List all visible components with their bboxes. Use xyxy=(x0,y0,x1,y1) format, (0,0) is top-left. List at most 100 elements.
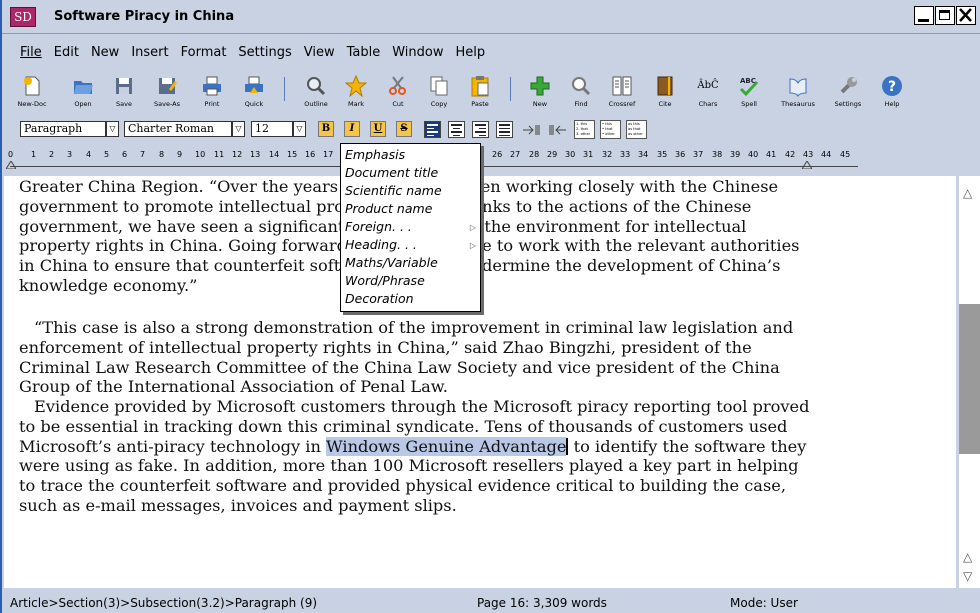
outdent-icon[interactable] xyxy=(548,123,568,137)
ruler-tick: 11 xyxy=(214,150,225,159)
submenu-arrow-icon: ▷ xyxy=(469,241,476,250)
chevron-down-icon[interactable]: ▽ xyxy=(232,121,245,137)
menu-file[interactable]: File xyxy=(20,45,42,65)
align-right-button[interactable] xyxy=(472,121,489,138)
quick-print-icon xyxy=(245,76,263,93)
magnifier-icon xyxy=(307,77,326,96)
scroll-up-icon[interactable]: △ xyxy=(963,186,972,200)
menu-item-word-phrase[interactable]: Word/Phrase xyxy=(345,273,425,288)
menu-insert[interactable]: Insert xyxy=(131,45,168,65)
menu-edit[interactable]: Edit xyxy=(54,45,79,65)
scrollbar-thumb[interactable] xyxy=(959,304,980,454)
size-select[interactable]: 12 xyxy=(251,121,293,137)
inline-markup-menu: Emphasis Document title Scientific name … xyxy=(340,143,481,312)
selected-text[interactable]: Windows Genuine Advantage xyxy=(326,436,567,456)
new-doc-icon xyxy=(24,76,40,96)
left-indent-marker-icon[interactable] xyxy=(6,161,16,169)
element-path[interactable]: Article>Section(3)>Subsection(3.2)>Parag… xyxy=(10,596,317,610)
ruler-tick: 17 xyxy=(323,150,334,159)
ruler-tick: 34 xyxy=(638,150,649,159)
justify-button[interactable] xyxy=(496,121,513,138)
ruler-tick: 31 xyxy=(583,150,594,159)
menu-item-maths-variable[interactable]: Maths/Variable xyxy=(345,255,438,270)
thesaurus-button[interactable]: Thesaurus xyxy=(774,75,822,108)
vertical-scrollbar[interactable]: △ △ ▽ xyxy=(959,176,980,588)
open-folder-icon xyxy=(74,81,93,94)
scissors-icon xyxy=(389,76,406,95)
save-button[interactable]: Save xyxy=(100,75,148,108)
mode-indicator: Mode: User xyxy=(730,596,798,610)
indent-icon[interactable] xyxy=(522,123,542,137)
ruler-tick: 15 xyxy=(287,150,298,159)
plain-list-button[interactable]: as this as that as other xyxy=(626,120,647,139)
menu-item-emphasis[interactable]: Emphasis xyxy=(345,147,405,162)
ruler-tick: 44 xyxy=(821,150,832,159)
close-icon xyxy=(959,8,972,22)
ruler-tick: 8 xyxy=(159,150,165,159)
ruler-tick: 0 xyxy=(8,150,14,159)
ruler-tick: 14 xyxy=(269,150,280,159)
save-as-button[interactable]: Save-As xyxy=(143,75,191,108)
ruler-tick: 45 xyxy=(840,150,851,159)
menu-view[interactable]: View xyxy=(304,45,335,65)
crossref-icon xyxy=(612,76,632,96)
menu-item-product-name[interactable]: Product name xyxy=(345,201,432,216)
menu-item-scientific-name[interactable]: Scientific name xyxy=(345,183,442,198)
close-button[interactable] xyxy=(956,6,976,25)
ruler-tick: 37 xyxy=(693,150,704,159)
align-left-button[interactable] xyxy=(424,121,441,138)
underline-button[interactable]: U xyxy=(370,121,386,137)
new-doc-button[interactable]: New-Doc xyxy=(8,75,56,108)
bullet-list-button[interactable]: • this • that • other xyxy=(600,120,621,139)
menu-window[interactable]: Window xyxy=(392,45,443,65)
menu-new[interactable]: New xyxy=(91,45,119,65)
scroll-up-icon[interactable]: △ xyxy=(963,550,972,564)
chars-icon: ÂbĈ xyxy=(697,80,719,91)
wrench-icon xyxy=(840,77,857,94)
app-icon[interactable]: SD xyxy=(10,7,36,27)
ruler-tick: 30 xyxy=(565,150,576,159)
minimize-button[interactable] xyxy=(914,6,934,25)
italic-button[interactable]: I xyxy=(344,121,360,137)
ruler-tick: 7 xyxy=(140,150,146,159)
book-icon xyxy=(657,76,673,96)
settings-button[interactable]: Settings xyxy=(824,75,872,108)
numbered-list-button[interactable]: 1. this 2. that 3. other xyxy=(574,120,595,139)
style-select[interactable]: Paragraph xyxy=(20,121,106,137)
bold-button[interactable]: B xyxy=(318,121,334,137)
cite-button[interactable]: Cite xyxy=(641,75,689,108)
menu-format[interactable]: Format xyxy=(181,45,227,65)
print-button[interactable]: Print xyxy=(188,75,236,108)
paragraph[interactable]: “This case is also a strong demonstratio… xyxy=(19,318,819,397)
crossref-button[interactable]: Crossref xyxy=(598,75,646,108)
strike-button[interactable]: S xyxy=(396,121,412,137)
mark-button[interactable]: Mark xyxy=(332,75,380,108)
maximize-button[interactable] xyxy=(935,6,955,25)
chevron-down-icon[interactable]: ▽ xyxy=(293,121,306,137)
spellcheck-icon: ABC xyxy=(739,77,759,97)
menu-item-heading[interactable]: Heading. . . xyxy=(345,237,417,252)
align-center-button[interactable] xyxy=(448,121,465,138)
help-button[interactable]: ? Help xyxy=(868,75,916,108)
paste-button[interactable]: Paste xyxy=(456,75,504,108)
menu-table[interactable]: Table xyxy=(347,45,381,65)
ruler-tick: 33 xyxy=(620,150,631,159)
ruler-tick: 5 xyxy=(104,150,110,159)
menu-help[interactable]: Help xyxy=(456,45,486,65)
menu-item-decoration[interactable]: Decoration xyxy=(345,291,414,306)
chevron-down-icon[interactable]: ▽ xyxy=(106,121,119,137)
app-window: SD Software Piracy in China File Edit Ne… xyxy=(0,0,980,613)
right-indent-marker-icon[interactable] xyxy=(802,161,812,169)
menu-item-foreign[interactable]: Foreign. . . xyxy=(345,219,412,234)
menu-item-document-title[interactable]: Document title xyxy=(345,165,438,180)
ruler-tick: 16 xyxy=(305,150,316,159)
menu-settings[interactable]: Settings xyxy=(238,45,291,65)
ruler[interactable]: 0 1 2 3 4 5 6 7 8 9 10 11 12 13 14 15 16… xyxy=(2,146,980,172)
font-select[interactable]: Charter Roman xyxy=(124,121,232,137)
ruler-tick: 13 xyxy=(250,150,261,159)
spell-button[interactable]: ABC Spell xyxy=(725,75,773,108)
quick-print-button[interactable]: Quick xyxy=(230,75,278,108)
paragraph[interactable]: Evidence provided by Microsoft customers… xyxy=(19,397,819,516)
save-disk-icon xyxy=(116,78,132,94)
scroll-down-icon[interactable]: ▽ xyxy=(963,569,972,583)
